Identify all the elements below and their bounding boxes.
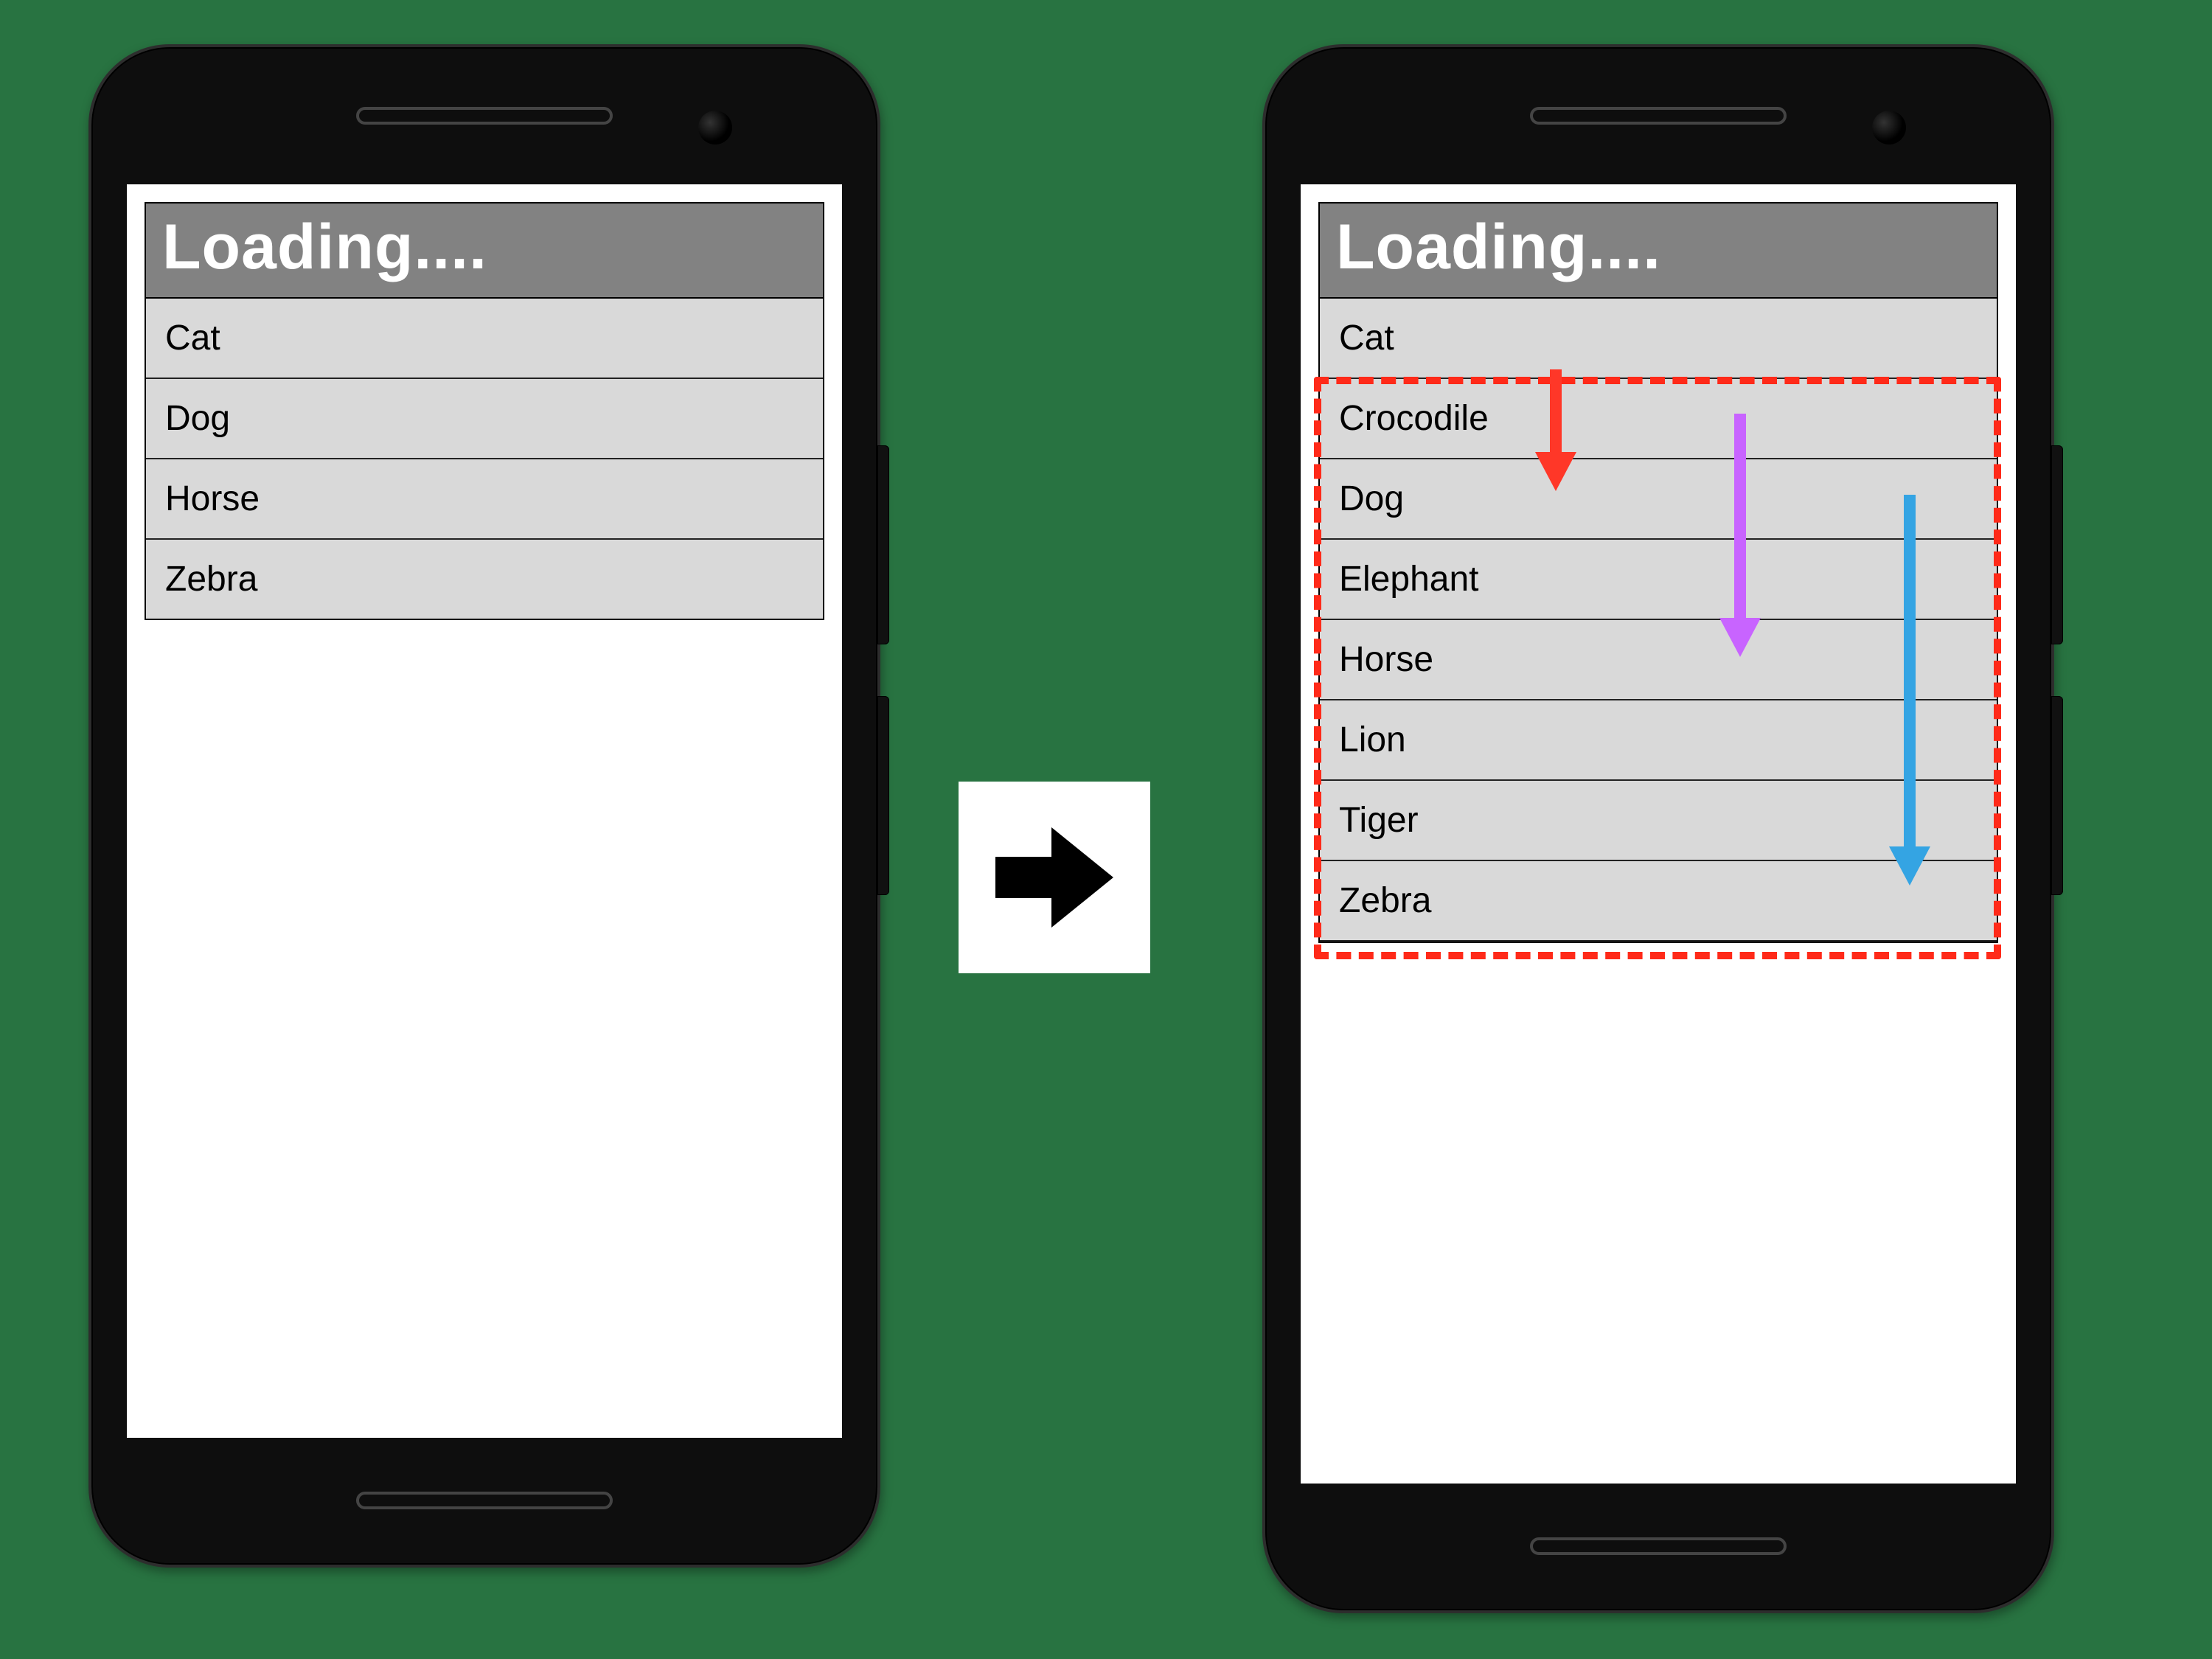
list-item[interactable]: Tiger: [1320, 781, 1997, 861]
phone-screen: Loading.... Cat Dog Horse Zebra: [127, 184, 842, 1438]
phone-speaker: [1530, 107, 1787, 125]
list-item[interactable]: Lion: [1320, 700, 1997, 781]
phone-side-button: [877, 696, 889, 895]
list-item[interactable]: Zebra: [1320, 861, 1997, 942]
list-item[interactable]: Cat: [1320, 299, 1997, 379]
phone-camera: [1872, 111, 1906, 145]
list-item[interactable]: Horse: [146, 459, 823, 540]
list-item[interactable]: Dog: [1320, 459, 1997, 540]
phone-speaker: [356, 107, 613, 125]
list-item[interactable]: Zebra: [146, 540, 823, 619]
phone-side-button: [2051, 445, 2063, 644]
phone-camera: [698, 111, 732, 145]
app-list-before: Loading.... Cat Dog Horse Zebra: [145, 202, 824, 620]
transition-arrow-box: [959, 782, 1150, 973]
phone-screen: Loading.... Cat Crocodile Dog Elephant H…: [1301, 184, 2016, 1484]
app-list-after: Loading.... Cat Crocodile Dog Elephant H…: [1318, 202, 1998, 943]
list-item[interactable]: Crocodile: [1320, 379, 1997, 459]
list-item[interactable]: Dog: [146, 379, 823, 459]
phone-speaker: [1530, 1537, 1787, 1555]
phone-before: Loading.... Cat Dog Horse Zebra: [88, 44, 880, 1568]
list-item[interactable]: Horse: [1320, 620, 1997, 700]
app-header: Loading....: [146, 204, 823, 299]
phone-side-button: [2051, 696, 2063, 895]
app-header: Loading....: [1320, 204, 1997, 299]
phone-after: Loading.... Cat Crocodile Dog Elephant H…: [1262, 44, 2054, 1613]
list-item[interactable]: Cat: [146, 299, 823, 379]
arrow-right-icon: [981, 804, 1128, 951]
phone-side-button: [877, 445, 889, 644]
list-item[interactable]: Elephant: [1320, 540, 1997, 620]
phone-speaker: [356, 1492, 613, 1509]
